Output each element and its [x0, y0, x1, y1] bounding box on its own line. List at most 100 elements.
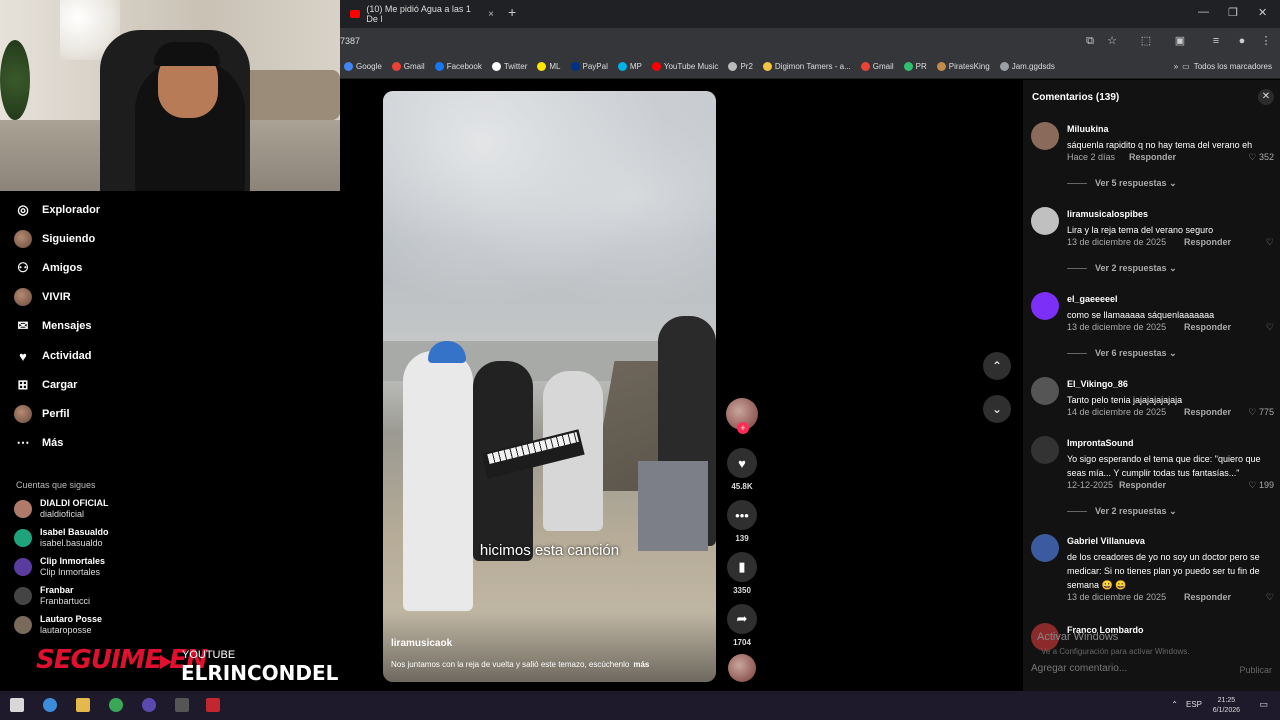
- video-player[interactable]: hicimos esta canción liramusicaok Nos ju…: [383, 91, 716, 682]
- media-icon[interactable]: ≡: [1210, 35, 1222, 47]
- next-video-button[interactable]: ⌄: [983, 395, 1011, 423]
- save-button[interactable]: ▮ 3350: [724, 552, 760, 595]
- bookmarks-more-icon[interactable]: »: [1174, 62, 1178, 71]
- sidebar-item[interactable]: Siguiendo: [14, 230, 95, 248]
- followed-account[interactable]: DIALDI OFICIAL dialdioficial: [14, 498, 109, 520]
- extension-icon[interactable]: ▣: [1174, 35, 1186, 47]
- comment-avatar[interactable]: [1031, 436, 1059, 464]
- bookmark-item[interactable]: YouTube Music: [651, 62, 718, 71]
- copilot-icon[interactable]: [43, 698, 57, 712]
- reply-button[interactable]: Responder: [1119, 480, 1166, 490]
- install-icon[interactable]: ⧉: [1084, 35, 1096, 47]
- previous-video-button[interactable]: ⌃: [983, 352, 1011, 380]
- comment-username[interactable]: El_Vikingo_86: [1067, 379, 1128, 389]
- bookmark-item[interactable]: Google: [344, 62, 382, 71]
- comment-button[interactable]: ••• 139: [724, 500, 760, 543]
- obs-icon[interactable]: [175, 698, 189, 712]
- reply-button[interactable]: Responder: [1184, 592, 1231, 602]
- music-disc-button[interactable]: [724, 654, 760, 682]
- reply-button[interactable]: Responder: [1184, 322, 1231, 332]
- restore-button[interactable]: ❐: [1228, 6, 1238, 19]
- star-icon[interactable]: ☆: [1106, 35, 1118, 47]
- followed-account[interactable]: Clip Inmortales Clip Inmortales: [14, 556, 105, 578]
- comment-like-button[interactable]: ♡ 199: [1248, 480, 1274, 491]
- reply-button[interactable]: Responder: [1184, 237, 1231, 247]
- new-tab-button[interactable]: +: [508, 4, 516, 20]
- extensions-icon[interactable]: ⬚: [1140, 35, 1152, 47]
- minimize-button[interactable]: —: [1198, 6, 1209, 18]
- view-replies-button[interactable]: Ver 2 respuestas ⌄: [1067, 506, 1177, 517]
- comments-close-button[interactable]: ✕: [1258, 89, 1274, 105]
- bookmark-item[interactable]: PiratesKing: [936, 62, 990, 71]
- video-author[interactable]: liramusicaok: [391, 638, 452, 649]
- creator-avatar-button[interactable]: +: [724, 398, 760, 434]
- comment-like-button[interactable]: ♡ 775: [1248, 407, 1274, 418]
- tray-chevron-icon[interactable]: ⌃: [1171, 700, 1178, 709]
- view-replies-button[interactable]: Ver 6 respuestas ⌄: [1067, 348, 1177, 359]
- window-close-button[interactable]: ✕: [1258, 6, 1267, 19]
- view-replies-button[interactable]: Ver 2 respuestas ⌄: [1067, 263, 1177, 274]
- sidebar-item[interactable]: ✉ Mensajes: [14, 317, 92, 335]
- comment-username[interactable]: Gabriel Villanueva: [1067, 536, 1145, 546]
- follow-plus-icon[interactable]: +: [737, 422, 749, 434]
- comment-avatar[interactable]: [1031, 122, 1059, 150]
- bookmark-item[interactable]: Twitter: [491, 62, 527, 71]
- all-bookmarks[interactable]: » ▭ Todos los marcadores: [1174, 62, 1272, 71]
- followed-account[interactable]: Franbar Franbartucci: [14, 585, 90, 607]
- comment-like-button[interactable]: ♡ 352: [1248, 152, 1274, 163]
- comment-avatar[interactable]: [1031, 207, 1059, 235]
- sidebar-item[interactable]: Perfil: [14, 405, 70, 423]
- profile-icon[interactable]: ●: [1236, 35, 1248, 47]
- comment-like-button[interactable]: ♡: [1266, 322, 1274, 333]
- bookmark-item[interactable]: Gmail: [391, 62, 425, 71]
- bookmark-item[interactable]: Facebook: [434, 62, 482, 71]
- view-replies-button[interactable]: Ver 5 respuestas ⌄: [1067, 178, 1177, 189]
- comment-like-button[interactable]: ♡: [1266, 237, 1274, 248]
- bookmark-item[interactable]: ML: [537, 62, 561, 71]
- bookmark-item[interactable]: Jam.ggdsds: [999, 62, 1055, 71]
- more-link[interactable]: más: [633, 660, 649, 669]
- comment-avatar[interactable]: [1031, 292, 1059, 320]
- share-button[interactable]: ➦ 1704: [724, 604, 760, 647]
- sidebar-item[interactable]: ⋯ Más: [14, 434, 64, 452]
- followed-account[interactable]: Isabel Basualdo isabel.basualdo: [14, 527, 109, 549]
- sidebar-item[interactable]: ♥ Actividad: [14, 347, 91, 365]
- tab-close-icon[interactable]: ×: [488, 9, 494, 20]
- comment-username[interactable]: Miluukina: [1067, 124, 1109, 134]
- comment-username[interactable]: liramusicalospibes: [1067, 209, 1148, 219]
- bookmark-item[interactable]: Pr2: [728, 62, 753, 71]
- menu-icon[interactable]: ⋮: [1260, 35, 1272, 47]
- comment-avatar[interactable]: [1031, 377, 1059, 405]
- like-button[interactable]: ♥ 45.8K: [724, 448, 760, 491]
- reply-button[interactable]: Responder: [1129, 152, 1176, 162]
- discord-icon[interactable]: [142, 698, 156, 712]
- comment-username[interactable]: ImprontaSound: [1067, 438, 1134, 448]
- publish-button[interactable]: Publicar: [1239, 665, 1272, 675]
- browser-tab[interactable]: (10) Me pidió Agua a las 1 De l ×: [344, 4, 494, 24]
- sidebar-item[interactable]: ⊞ Cargar: [14, 376, 78, 394]
- clock[interactable]: 21:25 6/1/2026: [1213, 696, 1240, 716]
- sidebar-item[interactable]: VIVIR: [14, 288, 71, 306]
- sidebar-item[interactable]: ⚇ Amigos: [14, 259, 82, 277]
- system-tray[interactable]: ⌃ ESP: [1171, 700, 1202, 709]
- bookmark-item[interactable]: MP: [617, 62, 642, 71]
- language-indicator[interactable]: ESP: [1186, 700, 1202, 709]
- followed-account[interactable]: Lautaro Posse lautaroposse: [14, 614, 102, 636]
- reply-button[interactable]: Responder: [1184, 407, 1231, 417]
- sidebar-item[interactable]: ◎ Explorador: [14, 201, 100, 219]
- url-text[interactable]: 7387: [340, 36, 360, 46]
- comment-username[interactable]: el_gaeeeeel: [1067, 294, 1118, 304]
- comment-like-button[interactable]: ♡: [1266, 592, 1274, 603]
- start-icon[interactable]: [10, 698, 24, 712]
- comment-avatar[interactable]: [1031, 534, 1059, 562]
- bookmark-icon: ▮: [727, 552, 757, 582]
- notification-icon[interactable]: ▭: [1259, 699, 1268, 710]
- bookmark-item[interactable]: Digimon Tamers - a...: [762, 62, 851, 71]
- file-explorer-icon[interactable]: [76, 698, 90, 712]
- app-red-icon[interactable]: [206, 698, 220, 712]
- bookmark-item[interactable]: PayPal: [570, 62, 608, 71]
- comment-input[interactable]: Agregar comentario...: [1031, 659, 1191, 681]
- bookmark-item[interactable]: Gmail: [860, 62, 894, 71]
- chrome-icon[interactable]: [109, 698, 123, 712]
- bookmark-item[interactable]: PR: [903, 62, 927, 71]
